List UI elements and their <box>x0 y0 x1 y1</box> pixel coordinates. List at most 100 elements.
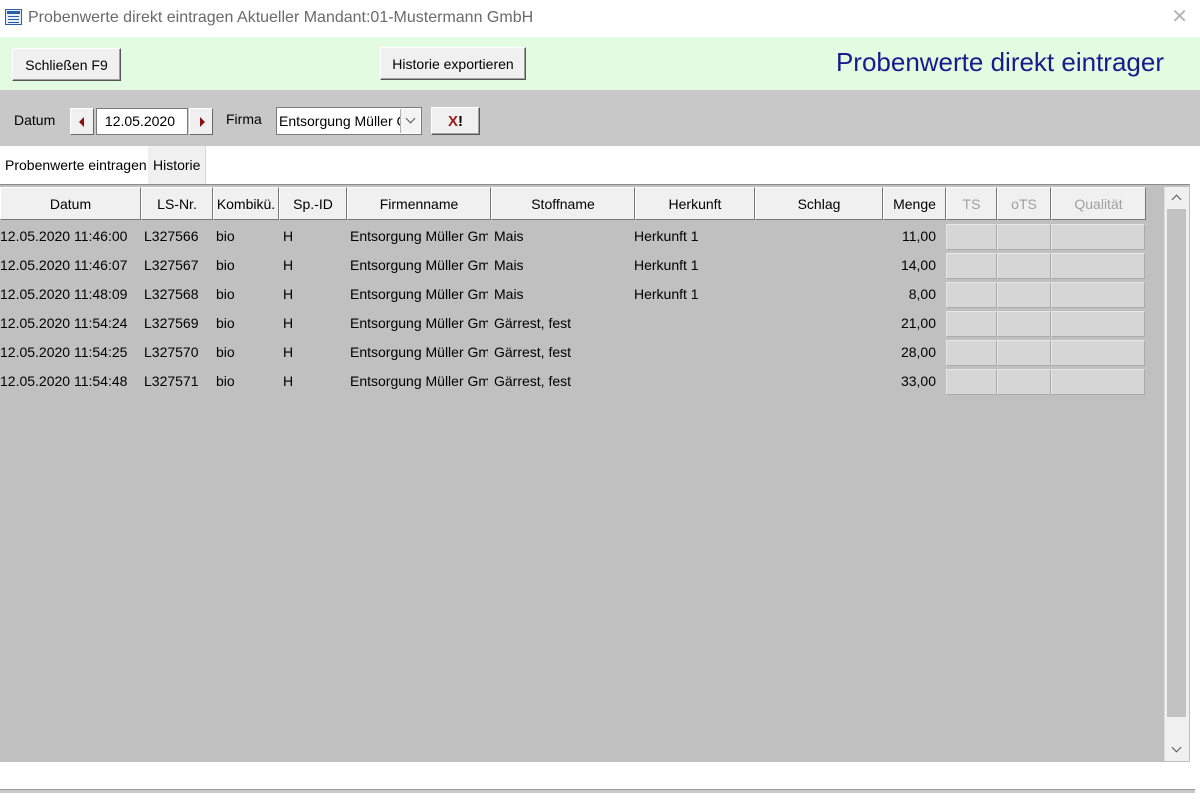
vertical-scrollbar[interactable] <box>1164 187 1189 761</box>
column-header-stoffname[interactable]: Stoffname <box>491 187 635 220</box>
firma-select[interactable]: Entsorgung Müller GmbH <box>276 107 422 135</box>
cell-schlag[interactable] <box>758 280 880 309</box>
cell-firmenname[interactable]: Entsorgung Müller GmbH <box>350 251 488 280</box>
table-row[interactable]: 12.05.2020 11:54:25 L327570 bio H Entsorgung… <box>0 338 1146 367</box>
tab-historie[interactable]: Historie <box>148 146 206 184</box>
cell-datum[interactable]: 12.05.2020 11:46:00 <box>0 222 141 251</box>
column-header-firmenname[interactable]: Firmenname <box>347 187 491 220</box>
cell-menge[interactable]: 8,00 <box>883 280 936 309</box>
column-header-herkunft[interactable]: Herkunft <box>635 187 755 220</box>
cell-kombikue[interactable]: bio <box>216 251 279 280</box>
cell-herkunft[interactable]: Herkunft 1 <box>634 251 752 280</box>
cell-ts[interactable] <box>946 253 997 279</box>
cell-schlag[interactable] <box>758 222 880 251</box>
table-row[interactable]: 12.05.2020 11:46:07 L327567 bio H Entsorgung… <box>0 251 1146 280</box>
cell-datum[interactable]: 12.05.2020 11:54:25 <box>0 338 141 367</box>
cell-qualitaet[interactable] <box>1051 340 1145 366</box>
cell-ts[interactable] <box>946 224 997 250</box>
column-header-schlag[interactable]: Schlag <box>755 187 883 220</box>
table-row[interactable]: 12.05.2020 11:46:00 L327566 bio H Entsorgung… <box>0 222 1146 251</box>
cell-qualitaet[interactable] <box>1051 224 1145 250</box>
cell-qualitaet[interactable] <box>1051 253 1145 279</box>
table-row[interactable]: 12.05.2020 11:54:48 L327571 bio H Entsorgung… <box>0 367 1146 396</box>
cell-ots[interactable] <box>997 369 1051 395</box>
cell-ts[interactable] <box>946 311 997 337</box>
close-button[interactable]: Schließen F9 <box>12 48 121 81</box>
table-row[interactable]: 12.05.2020 11:54:24 L327569 bio H Entsorgung… <box>0 309 1146 338</box>
cell-stoffname[interactable]: Gärrest, fest <box>494 367 632 396</box>
cell-herkunft[interactable] <box>634 338 752 367</box>
cell-herkunft[interactable]: Herkunft 1 <box>634 280 752 309</box>
cell-ls-nr[interactable]: L327571 <box>144 367 213 396</box>
cell-ls-nr[interactable]: L327569 <box>144 309 213 338</box>
cell-datum[interactable]: 12.05.2020 11:54:24 <box>0 309 141 338</box>
cell-ots[interactable] <box>997 282 1051 308</box>
cell-sp-id[interactable]: H <box>283 309 343 338</box>
cell-sp-id[interactable]: H <box>283 222 343 251</box>
cell-menge[interactable]: 21,00 <box>883 309 936 338</box>
column-header-menge[interactable]: Menge <box>883 187 946 220</box>
cell-kombikue[interactable]: bio <box>216 309 279 338</box>
cell-ots[interactable] <box>997 311 1051 337</box>
cell-qualitaet[interactable] <box>1051 282 1145 308</box>
column-header-datum[interactable]: Datum <box>0 187 141 220</box>
cell-stoffname[interactable]: Gärrest, fest <box>494 338 632 367</box>
next-day-button[interactable] <box>189 108 213 135</box>
table-row[interactable]: 12.05.2020 11:48:09 L327568 bio H Entsorgung… <box>0 280 1146 309</box>
cell-menge[interactable]: 14,00 <box>883 251 936 280</box>
cell-sp-id[interactable]: H <box>283 338 343 367</box>
cell-ts[interactable] <box>946 369 997 395</box>
cell-kombikue[interactable]: bio <box>216 338 279 367</box>
date-input[interactable]: 12.05.2020 <box>96 108 188 135</box>
cell-menge[interactable]: 33,00 <box>883 367 936 396</box>
cell-sp-id[interactable]: H <box>283 367 343 396</box>
cell-ls-nr[interactable]: L327567 <box>144 251 213 280</box>
cell-herkunft[interactable]: Herkunft 1 <box>634 222 752 251</box>
close-icon[interactable]: ✕ <box>1171 7 1188 27</box>
cell-ots[interactable] <box>997 340 1051 366</box>
cell-datum[interactable]: 12.05.2020 11:54:48 <box>0 367 141 396</box>
cell-ls-nr[interactable]: L327570 <box>144 338 213 367</box>
cell-stoffname[interactable]: Gärrest, fest <box>494 309 632 338</box>
column-header-kombikue[interactable]: Kombikü. <box>213 187 279 220</box>
cell-datum[interactable]: 12.05.2020 11:48:09 <box>0 280 141 309</box>
cell-stoffname[interactable]: Mais <box>494 222 632 251</box>
cell-herkunft[interactable] <box>634 309 752 338</box>
previous-day-button[interactable] <box>70 108 94 135</box>
cell-qualitaet[interactable] <box>1051 369 1145 395</box>
cell-kombikue[interactable]: bio <box>216 222 279 251</box>
column-header-sp-id[interactable]: Sp.-ID <box>279 187 347 220</box>
cell-ls-nr[interactable]: L327566 <box>144 222 213 251</box>
cell-schlag[interactable] <box>758 309 880 338</box>
scroll-thumb[interactable] <box>1167 209 1186 717</box>
cell-firmenname[interactable]: Entsorgung Müller GmbH <box>350 338 488 367</box>
cell-qualitaet[interactable] <box>1051 311 1145 337</box>
cell-stoffname[interactable]: Mais <box>494 251 632 280</box>
cell-firmenname[interactable]: Entsorgung Müller GmbH <box>350 367 488 396</box>
cell-sp-id[interactable]: H <box>283 251 343 280</box>
cell-ls-nr[interactable]: L327568 <box>144 280 213 309</box>
cell-ots[interactable] <box>997 253 1051 279</box>
cell-schlag[interactable] <box>758 251 880 280</box>
cell-stoffname[interactable]: Mais <box>494 280 632 309</box>
cell-kombikue[interactable]: bio <box>216 367 279 396</box>
cell-schlag[interactable] <box>758 367 880 396</box>
cell-herkunft[interactable] <box>634 367 752 396</box>
chevron-down-icon[interactable] <box>400 109 420 133</box>
cell-ots[interactable] <box>997 224 1051 250</box>
cell-menge[interactable]: 28,00 <box>883 338 936 367</box>
clear-filter-button[interactable]: X! <box>431 107 480 135</box>
cell-firmenname[interactable]: Entsorgung Müller GmbH <box>350 280 488 309</box>
export-history-button[interactable]: Historie exportieren <box>380 47 526 80</box>
scroll-down-button[interactable] <box>1165 739 1189 761</box>
column-header-ls-nr[interactable]: LS-Nr. <box>141 187 213 220</box>
cell-ts[interactable] <box>946 340 997 366</box>
cell-ts[interactable] <box>946 282 997 308</box>
scroll-up-button[interactable] <box>1165 187 1189 209</box>
cell-menge[interactable]: 11,00 <box>883 222 936 251</box>
cell-datum[interactable]: 12.05.2020 11:46:07 <box>0 251 141 280</box>
tab-probenwerte-eintragen[interactable]: Probenwerte eintragen <box>0 146 148 184</box>
cell-firmenname[interactable]: Entsorgung Müller GmbH <box>350 309 488 338</box>
cell-sp-id[interactable]: H <box>283 280 343 309</box>
cell-schlag[interactable] <box>758 338 880 367</box>
